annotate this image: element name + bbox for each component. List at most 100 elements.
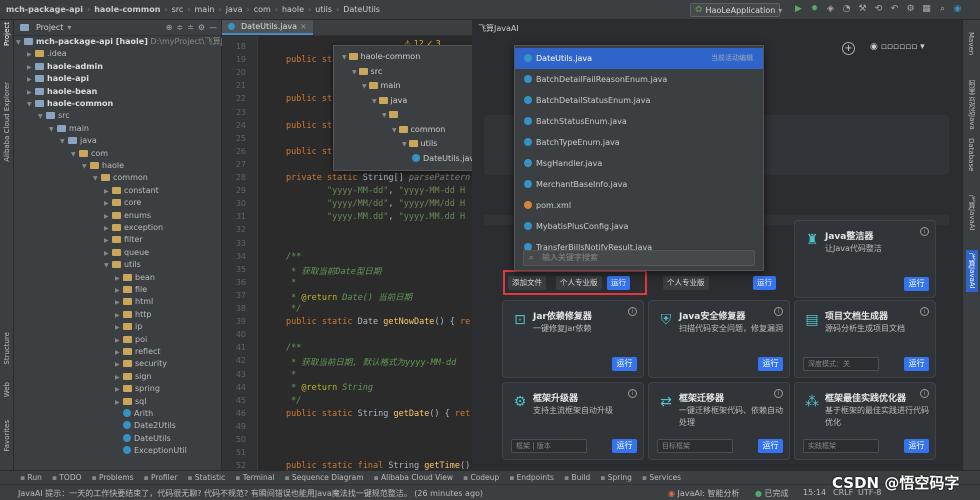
tree-item-constant[interactable]: ▶ constant	[104, 185, 159, 197]
locate-icon[interactable]: ⊕	[166, 23, 173, 32]
bottom-tab-services[interactable]: ▪ Services	[642, 473, 681, 482]
bottom-tab-endpoints[interactable]: ▪ Endpoints	[509, 473, 554, 482]
popup-tree-item[interactable]: ▼ haole-common	[342, 52, 420, 61]
coverage-icon[interactable]: ◈	[825, 4, 836, 15]
breadcrumb-item[interactable]: DateUtils	[343, 5, 380, 14]
tree-item-exceptionutil[interactable]: ExceptionUtil	[115, 445, 187, 457]
info-icon[interactable]: i	[920, 307, 929, 316]
tree-item-haole-admin[interactable]: ▶ haole-admin	[27, 61, 103, 73]
breadcrumb-item[interactable]: main	[195, 5, 215, 14]
tool-card-input[interactable]: 目标框架	[657, 439, 733, 453]
tree-item-ip[interactable]: ▶ ip	[115, 321, 142, 333]
tool-card-run-button[interactable]: 运行	[904, 439, 929, 453]
tree-item-com[interactable]: ▼ com	[71, 148, 108, 160]
run-icon[interactable]: ▶	[793, 4, 804, 15]
breadcrumb-item[interactable]: haole	[282, 5, 304, 14]
add-icon[interactable]: +	[842, 42, 855, 55]
breadcrumb-item[interactable]: java	[226, 5, 243, 14]
tool-card-input[interactable]: 框架 | 版本	[511, 439, 587, 453]
tree-item-haole-bean[interactable]: ▶ haole-bean	[27, 86, 97, 98]
tree-item-sign[interactable]: ▶ sign	[115, 371, 152, 383]
info-icon[interactable]: i	[920, 389, 929, 398]
popup-tree-item[interactable]: ▼ java	[372, 96, 407, 105]
web-tool-tab[interactable]: Web	[3, 382, 11, 397]
tree-item-utils[interactable]: ▼ utils	[104, 259, 141, 271]
tree-item-haole-common[interactable]: ▼ haole-common	[27, 98, 113, 110]
tree-item-java[interactable]: ▼ java	[60, 135, 97, 147]
tree-item-src[interactable]: ▼ src	[38, 110, 70, 122]
tool-card-run-button[interactable]: 运行	[904, 277, 929, 291]
profiler-icon[interactable]: ◔	[841, 4, 852, 15]
editor-tab-dateutils[interactable]: DateUtils.java ×	[222, 20, 313, 35]
bottom-tab-terminal[interactable]: ▪ Terminal	[235, 473, 274, 482]
file-list-item[interactable]: MsgHandler.java	[515, 153, 763, 174]
run-button-2[interactable]: 运行	[753, 276, 776, 290]
project-structure-icon[interactable]: ▦	[921, 4, 932, 15]
ai-dialog-tool-tab[interactable]: 飞算JavaAI	[967, 195, 977, 231]
breadcrumb-item[interactable]: src	[172, 5, 184, 14]
history-icon[interactable]: ⟲	[873, 4, 884, 15]
tree-item-spring[interactable]: ▶ spring	[115, 383, 160, 395]
info-icon[interactable]: i	[628, 307, 637, 316]
tree-item-filter[interactable]: ▶ filter	[104, 234, 143, 246]
file-list-item[interactable]: pom.xml	[515, 195, 763, 216]
user-icon[interactable]: ◉ ▫▫▫▫▫▫ ▾	[870, 42, 925, 52]
tree-item-core[interactable]: ▶ core	[104, 197, 141, 209]
gear-icon[interactable]: ⚙	[198, 23, 205, 32]
info-icon[interactable]: i	[774, 389, 783, 398]
popup-tree-item[interactable]: ▼ main	[362, 81, 401, 90]
tree-item-bean[interactable]: ▶ bean	[115, 272, 155, 284]
pro-version-button-2[interactable]: 个人专业版	[663, 276, 709, 290]
caret-position[interactable]: 15:14	[803, 488, 826, 497]
bottom-tab-run[interactable]: ▪ Run	[20, 473, 42, 482]
tool-card-run-button[interactable]: 运行	[758, 357, 783, 371]
tree-item-haole-api[interactable]: ▶ haole-api	[27, 73, 89, 85]
file-list-item[interactable]: DateUtils.java 当前活动编辑	[515, 48, 763, 69]
favorites-tool-tab[interactable]: Favorites	[3, 420, 11, 452]
bottom-tab-todo[interactable]: ▪ TODO	[52, 473, 82, 482]
bottom-tab-problems[interactable]: ▪ Problems	[92, 473, 134, 482]
settings-icon[interactable]: ⚙	[905, 4, 916, 15]
project-panel-title[interactable]: Project	[36, 23, 63, 32]
tree-item-dateutils[interactable]: DateUtils	[115, 433, 171, 445]
file-list-item[interactable]: BatchDetailStatusEnum.java	[515, 90, 763, 111]
plugin-icon[interactable]: ◉	[952, 4, 963, 15]
run-configuration-select[interactable]: ✿ HaoLeApplication ▾	[690, 3, 782, 17]
chevron-down-icon[interactable]: ▾	[67, 23, 71, 32]
tree-item-file[interactable]: ▶ file	[115, 284, 147, 296]
tree-item-main[interactable]: ▼ main	[49, 123, 89, 135]
info-icon[interactable]: i	[628, 389, 637, 398]
tree-item-common[interactable]: ▼ common	[93, 172, 148, 184]
project-tool-tab[interactable]: Project	[3, 22, 11, 46]
tool-card-input[interactable]: 深度模式：关	[803, 357, 879, 371]
file-list-item[interactable]: BatchTypeEnum.java	[515, 132, 763, 153]
breadcrumb-item[interactable]: haole-common	[94, 5, 160, 14]
bottom-tab-spring[interactable]: ▪ Spring	[600, 473, 632, 482]
bottom-tab-sequence-diagram[interactable]: ▪ Sequence Diagram	[284, 473, 363, 482]
tree-item-queue[interactable]: ▶ queue	[104, 247, 149, 259]
bottom-tab-build[interactable]: ▪ Build	[564, 473, 590, 482]
file-search-input[interactable]: ⌕ 输入关键字搜索	[523, 250, 755, 266]
tree-item-exception[interactable]: ▶ exception	[104, 222, 163, 234]
tree-item-sql[interactable]: ▶ sql	[115, 396, 146, 408]
tool-card-run-button[interactable]: 运行	[612, 439, 637, 453]
popup-tree-item[interactable]: DateUtils.java	[412, 153, 479, 163]
hide-panel-icon[interactable]: —	[209, 23, 217, 32]
breadcrumb-item[interactable]: mch-package-api	[6, 5, 83, 14]
popup-tree-item[interactable]: ▼ common	[392, 125, 445, 134]
collapse-all-icon[interactable]: ≐	[187, 23, 194, 32]
tree-item-enums[interactable]: ▶ enums	[104, 210, 151, 222]
info-icon[interactable]: i	[920, 227, 929, 236]
tool-card-input[interactable]: 实践框架	[803, 439, 879, 453]
javaai-tool-tab[interactable]: 飞算JavaAI	[966, 250, 978, 292]
close-icon[interactable]: ×	[300, 22, 307, 31]
file-list-item[interactable]: BatchStatusEnum.java	[515, 111, 763, 132]
tree-item-security[interactable]: ▶ security	[115, 358, 167, 370]
tree-item-arith[interactable]: Arith	[115, 408, 153, 420]
expand-all-icon[interactable]: ≑	[176, 23, 183, 32]
info-icon[interactable]: i	[774, 307, 783, 316]
popup-tree-item[interactable]: ▼ utils	[402, 139, 437, 148]
tree-item-http[interactable]: ▶ http	[115, 309, 151, 321]
tree-item--idea[interactable]: ▶ .idea	[27, 48, 67, 60]
popup-tree-item[interactable]: ▼ src	[352, 67, 382, 76]
